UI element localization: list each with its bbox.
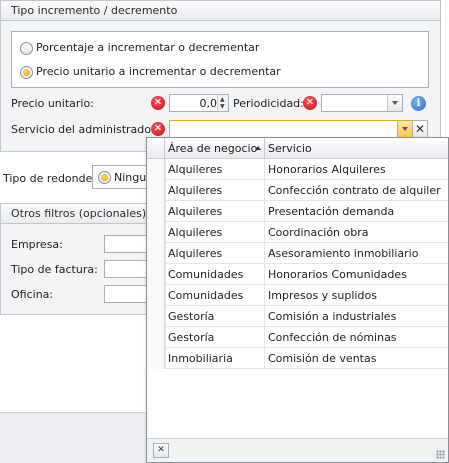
row-indicator[interactable] — [147, 348, 165, 369]
increment-type-title: Tipo incremento / decremento — [1, 1, 440, 21]
invoice-type-label: Tipo de factura: — [11, 263, 98, 276]
rounding-label: Tipo de redondeo: — [3, 172, 103, 185]
cell-area[interactable]: Gestoría — [165, 306, 265, 327]
cell-service[interactable]: Asesoramiento inmobiliario — [265, 243, 448, 264]
cell-area[interactable]: Comunidades — [165, 285, 265, 306]
error-icon: ✕ — [151, 96, 165, 110]
error-icon: ✕ — [151, 122, 165, 136]
cell-area[interactable]: Alquileres — [165, 243, 265, 264]
column-service[interactable]: Servicio — [265, 138, 448, 159]
spin-down-icon[interactable]: ▼ — [220, 103, 225, 110]
other-filters-title: Otros filtros (opcionales): — [1, 204, 151, 224]
periodicity-select[interactable] — [321, 94, 403, 112]
table-row[interactable]: Comunidades Impresos y suplidos — [147, 285, 448, 306]
resize-grip-icon[interactable] — [436, 450, 445, 459]
cell-area[interactable]: Alquileres — [165, 159, 265, 180]
cell-service[interactable]: Honorarios Alquileres — [265, 159, 448, 180]
grid-header: Área de negocio Servicio — [147, 138, 448, 159]
cell-area[interactable]: Alquileres — [165, 201, 265, 222]
table-row[interactable]: Gestoría Confección de nóminas — [147, 327, 448, 348]
service-label: Servicio del administrador: — [11, 123, 160, 136]
rounding-box[interactable]: Ningun — [92, 165, 153, 189]
info-icon[interactable]: i — [411, 96, 426, 111]
chevron-down-icon[interactable] — [397, 121, 412, 137]
row-indicator[interactable] — [147, 201, 165, 222]
table-row[interactable]: Alquileres Presentación demanda — [147, 201, 448, 222]
table-row[interactable]: Alquileres Confección contrato de alquile… — [147, 180, 448, 201]
table-row[interactable]: Alquileres Coordinación obra — [147, 222, 448, 243]
row-indicator[interactable] — [147, 159, 165, 180]
cell-area[interactable]: Alquileres — [165, 222, 265, 243]
office-label: Oficina: — [11, 288, 54, 301]
cell-service[interactable]: Confección de nóminas — [265, 327, 448, 348]
row-indicator[interactable] — [147, 285, 165, 306]
cell-service[interactable]: Impresos y suplidos — [265, 285, 448, 306]
cell-service[interactable]: Comisión a industriales — [265, 306, 448, 327]
cell-service[interactable]: Honorarios Comunidades — [265, 264, 448, 285]
cell-area[interactable]: Alquileres — [165, 180, 265, 201]
option-percentage-label[interactable]: Porcentaje a incrementar o decrementar — [36, 41, 259, 54]
table-row[interactable]: Alquileres Honorarios Alquileres — [147, 159, 448, 180]
option-unit-price-label[interactable]: Precio unitario a incrementar o decremen… — [36, 65, 281, 78]
spin-up-icon[interactable]: ▲ — [220, 96, 225, 103]
other-filters-group: Otros filtros (opcionales): Empresa: Tip… — [0, 203, 154, 315]
row-indicator[interactable] — [147, 306, 165, 327]
sort-ascending-icon — [255, 146, 261, 150]
cell-area[interactable]: Gestoría — [165, 327, 265, 348]
service-select[interactable] — [169, 120, 413, 138]
table-row[interactable]: Inmobiliaria Comisión de ventas — [147, 348, 448, 369]
row-indicator[interactable] — [147, 264, 165, 285]
row-indicator[interactable] — [147, 180, 165, 201]
company-label: Empresa: — [11, 238, 63, 251]
cell-service[interactable]: Presentación demanda — [265, 201, 448, 222]
increment-options-box: Porcentaje a incrementar o decrementar P… — [11, 31, 429, 88]
row-indicator[interactable] — [147, 222, 165, 243]
option-unit-price-radio[interactable] — [20, 66, 33, 79]
clear-service-button[interactable]: ✕ — [412, 120, 428, 138]
service-dropdown-grid[interactable]: Área de negocio Servicio Alquileres Honor… — [146, 137, 449, 463]
increment-type-group: Tipo incremento / decremento Porcentaje … — [0, 0, 441, 152]
rounding-radio[interactable] — [98, 171, 111, 184]
row-indicator[interactable] — [147, 327, 165, 348]
column-area[interactable]: Área de negocio — [165, 138, 265, 159]
unit-price-spinner[interactable]: ▲ ▼ — [217, 95, 228, 111]
row-indicator[interactable] — [147, 243, 165, 264]
column-divider — [165, 159, 166, 368]
table-row[interactable]: Comunidades Honorarios Comunidades — [147, 264, 448, 285]
periodicity-label: Periodicidad: — [233, 97, 304, 110]
error-icon: ✕ — [303, 96, 317, 110]
cell-service[interactable]: Coordinación obra — [265, 222, 448, 243]
table-row[interactable]: Alquileres Asesoramiento inmobiliario — [147, 243, 448, 264]
row-indicator-header — [147, 138, 165, 159]
option-percentage-radio[interactable] — [20, 42, 33, 55]
unit-price-label: Precio unitario: — [11, 97, 94, 110]
cell-area[interactable]: Inmobiliaria — [165, 348, 265, 369]
cell-service[interactable]: Comisión de ventas — [265, 348, 448, 369]
grid-footer: ✕ — [147, 438, 448, 462]
chevron-down-icon[interactable] — [387, 95, 402, 111]
clear-icon[interactable]: ✕ — [153, 443, 169, 458]
cell-area[interactable]: Comunidades — [165, 264, 265, 285]
cell-service[interactable]: Confección contrato de alquiler — [265, 180, 448, 201]
bottom-panel — [0, 412, 150, 463]
table-row[interactable]: Gestoría Comisión a industriales — [147, 306, 448, 327]
